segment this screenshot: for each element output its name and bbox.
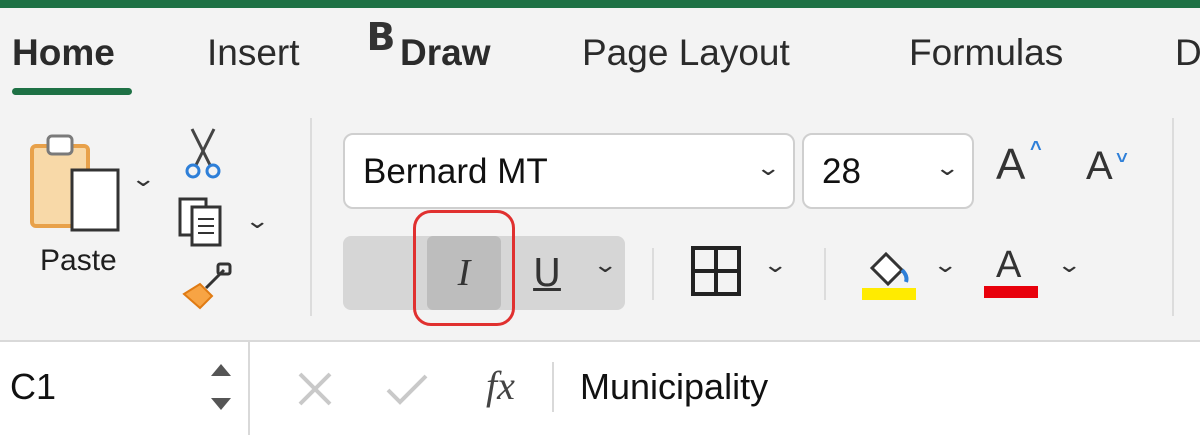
decrease-font-size-button[interactable]: A ^ — [1084, 140, 1144, 200]
active-tab-indicator — [12, 88, 132, 95]
copy-options-chevron-icon[interactable]: ⌄ — [244, 208, 270, 234]
borders-button[interactable] — [690, 245, 746, 301]
group-separator — [310, 118, 312, 316]
increase-font-size-button[interactable]: A ^ — [994, 136, 1054, 196]
cut-icon — [185, 128, 221, 179]
font-color-button[interactable]: A — [984, 244, 1040, 302]
font-size-chevron-icon: ⌄ — [934, 155, 961, 180]
copy-button[interactable] — [176, 195, 236, 247]
group-separator — [652, 248, 654, 300]
increase-caret-icon: ^ — [1030, 138, 1042, 160]
font-size-dropdown[interactable]: 28 ⌄ — [802, 133, 974, 209]
increase-font-size-icon: A — [996, 140, 1026, 189]
paste-icon — [30, 134, 120, 232]
name-box-stepper-icon[interactable] — [208, 360, 234, 414]
copy-icon — [178, 197, 222, 247]
tab-home[interactable]: Home — [12, 32, 115, 74]
fill-color-icon — [862, 251, 916, 300]
decrease-font-size-icon: A — [1086, 144, 1113, 188]
formula-input[interactable]: Municipality — [580, 366, 768, 408]
cut-button[interactable] — [180, 125, 226, 181]
font-size-value: 28 — [822, 152, 861, 191]
name-box-value: C1 — [10, 366, 57, 407]
decrease-caret-icon: ^ — [1116, 143, 1128, 165]
group-separator — [824, 248, 826, 300]
fill-color-chevron-icon[interactable]: ⌄ — [932, 252, 958, 278]
italic-highlight-annotation — [413, 210, 515, 326]
group-separator — [1172, 118, 1174, 316]
format-painter-icon — [182, 262, 232, 310]
font-name-chevron-icon: ⌄ — [755, 155, 782, 180]
cancel-entry-button[interactable] — [296, 370, 334, 408]
insert-function-icon[interactable]: fx — [486, 362, 515, 409]
tab-page-layout[interactable]: Page Layout — [582, 32, 790, 74]
font-color-icon: A — [996, 244, 1022, 286]
font-color-chevron-icon[interactable]: ⌄ — [1056, 252, 1082, 278]
fill-color-button[interactable] — [862, 246, 918, 302]
paste-label: Paste — [40, 244, 117, 277]
tab-insert[interactable]: Insert — [207, 32, 300, 74]
borders-icon — [691, 246, 741, 296]
bold-button[interactable]: B — [343, 0, 419, 74]
ribbon-top-accent — [0, 0, 1200, 8]
format-painter-button[interactable] — [178, 262, 234, 312]
formula-bar-separator — [552, 362, 554, 412]
underline-options-chevron-icon[interactable]: ⌄ — [592, 252, 618, 278]
borders-chevron-icon[interactable]: ⌄ — [762, 252, 788, 278]
enter-checkmark-button[interactable] — [384, 370, 430, 408]
underline-button[interactable]: U — [510, 236, 584, 310]
cancel-x-icon — [298, 372, 332, 406]
checkmark-icon — [386, 374, 428, 405]
tab-data-partial[interactable]: D — [1175, 32, 1200, 74]
font-name-dropdown[interactable]: Bernard MT ⌄ — [343, 133, 795, 209]
font-color-swatch — [984, 286, 1038, 298]
paste-options-chevron-icon[interactable]: ⌄ — [130, 166, 156, 192]
tab-formulas[interactable]: Formulas — [909, 32, 1063, 74]
font-name-value: Bernard MT — [363, 152, 548, 191]
